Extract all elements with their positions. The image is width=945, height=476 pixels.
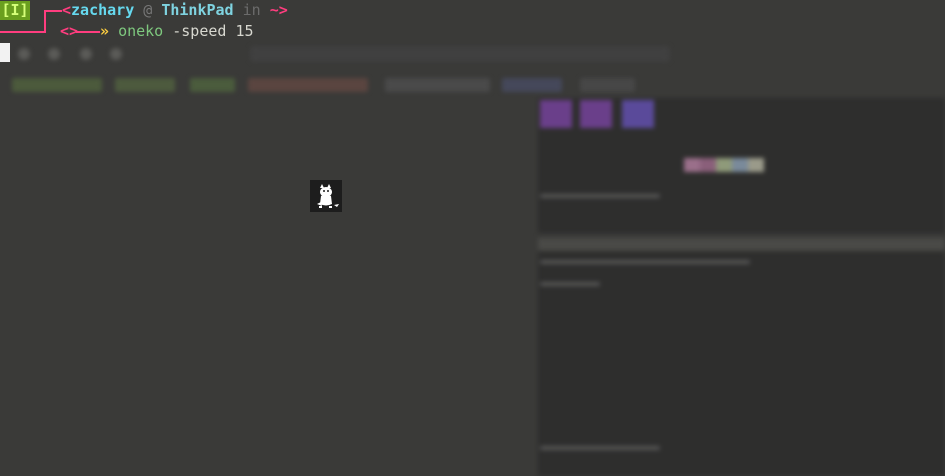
thumbnail xyxy=(540,100,572,128)
divider xyxy=(538,238,945,250)
command-line: <> xyxy=(60,21,78,42)
prompt-connector xyxy=(76,31,100,33)
bookmark-item xyxy=(502,78,562,92)
text-line xyxy=(540,446,660,450)
command-name: oneko xyxy=(118,22,164,40)
blurred-background-window xyxy=(0,0,945,476)
color-swatch xyxy=(732,158,748,172)
background-panel xyxy=(538,252,945,476)
bookmark-item xyxy=(12,78,102,92)
command-arguments: -speed 15 xyxy=(172,22,254,40)
prompt-in: in xyxy=(242,1,261,19)
vi-mode-indicator: [I] xyxy=(0,1,30,20)
bookmarks-bar xyxy=(0,70,945,100)
bookmark-item xyxy=(190,78,235,92)
bookmark-item xyxy=(115,78,175,92)
prompt-line: [I] <zachary @ ThinkPad in ~> xyxy=(0,0,288,21)
prompt-user: zachary xyxy=(71,1,135,19)
prompt-arrow: » xyxy=(100,22,110,40)
prompt-open-bracket: < xyxy=(62,1,72,19)
terminal-cursor xyxy=(0,43,10,62)
command-line: » oneko -speed 15 xyxy=(100,21,254,42)
cat-sprite-graphic xyxy=(317,184,339,208)
thumbnail xyxy=(580,100,612,128)
prompt-close-bracket: > xyxy=(278,1,288,19)
bookmark-item xyxy=(580,78,635,92)
color-swatch xyxy=(700,158,716,172)
color-swatch xyxy=(748,158,764,172)
terminal: [I] <zachary @ ThinkPad in ~> <> » oneko… xyxy=(0,0,945,70)
prompt-cwd: ~ xyxy=(269,1,279,19)
color-swatch xyxy=(716,158,732,172)
text-line xyxy=(540,260,750,264)
oneko-cat-icon xyxy=(310,180,342,212)
background-panel xyxy=(538,98,945,233)
prompt-at: @ xyxy=(143,1,153,19)
continuation-marker: <> xyxy=(60,22,79,40)
thumbnail xyxy=(622,100,654,128)
color-swatch xyxy=(684,158,700,172)
prompt-connector xyxy=(0,31,44,33)
prompt-host: ThinkPad xyxy=(161,1,234,19)
bookmark-item xyxy=(385,78,490,92)
bookmark-item xyxy=(248,78,368,92)
text-line xyxy=(540,194,660,198)
text-line xyxy=(540,282,600,286)
